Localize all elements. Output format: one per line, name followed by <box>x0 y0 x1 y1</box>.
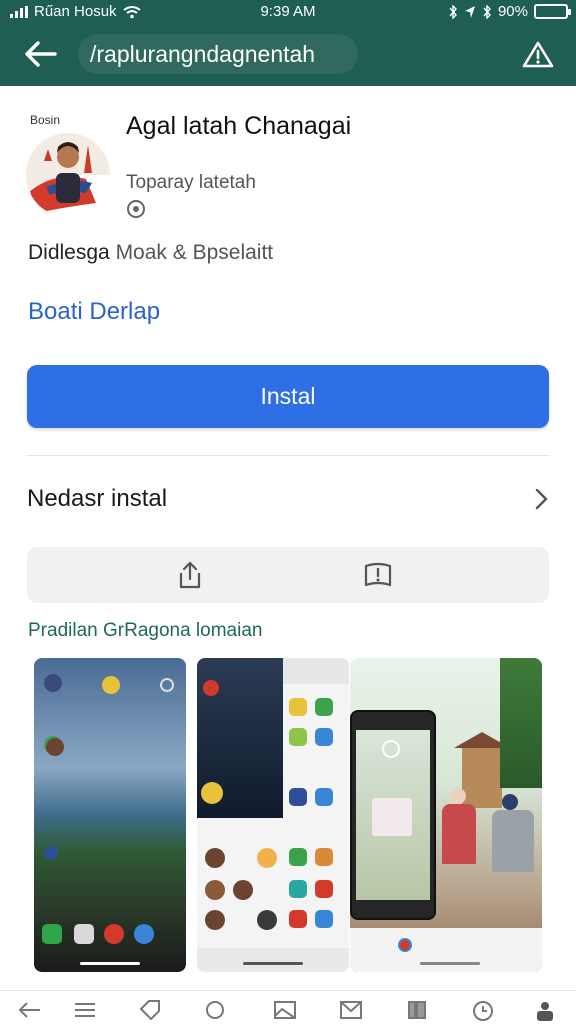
avatar <box>257 848 277 868</box>
app-icon-small <box>134 924 154 944</box>
top-bar: Rűan Hosuk 9:39 AM 90% /raplurangndagnen… <box>0 0 576 86</box>
app-icon-small <box>289 910 307 928</box>
app-icon-small <box>289 698 307 716</box>
screenshot-1[interactable] <box>34 658 186 972</box>
bottom-nav <box>0 990 576 1024</box>
tag-icon <box>139 1000 160 1021</box>
chat-header <box>283 658 349 684</box>
screenshot-3[interactable] <box>350 658 542 972</box>
app-title: Agal latah Chanagai <box>126 112 352 140</box>
developer-link[interactable]: Boati Derlap <box>28 298 160 326</box>
person-head <box>502 794 518 810</box>
share-icon <box>179 561 201 589</box>
chevron-right-icon <box>535 488 548 510</box>
avatar <box>257 910 277 930</box>
pavilion-shape <box>462 748 502 808</box>
nav-image[interactable] <box>270 997 300 1023</box>
menu-icon <box>75 1003 95 1017</box>
app-icon-small <box>203 680 219 696</box>
nav-strip <box>350 928 542 972</box>
app-icon-small <box>289 728 307 746</box>
home-indicator <box>420 962 480 965</box>
app-icon-small <box>44 846 58 860</box>
app-icon-small <box>201 782 223 804</box>
clock-icon <box>473 1001 493 1021</box>
details-row-label: Nedasr instal <box>27 485 168 512</box>
nav-tag[interactable] <box>134 997 164 1023</box>
person-head <box>450 788 466 804</box>
nav-mail[interactable] <box>336 997 366 1023</box>
app-bar: /raplurangndagnentah <box>0 26 576 86</box>
description-light: Moak & Bpselaitt <box>115 241 274 264</box>
location-icon <box>464 5 475 18</box>
arrow-left-icon <box>25 41 57 67</box>
nav-home[interactable] <box>200 997 230 1023</box>
battery-percent: 90% <box>497 3 528 20</box>
nav-back[interactable] <box>14 997 44 1023</box>
avatar <box>205 880 225 900</box>
avatar <box>205 848 225 868</box>
phone-shape <box>350 710 436 920</box>
circle-icon <box>206 1001 224 1019</box>
screenshot-2[interactable] <box>197 658 349 972</box>
share-button[interactable] <box>173 559 207 591</box>
avatar <box>233 880 253 900</box>
app-icon-small <box>289 788 307 806</box>
actions-bar <box>27 547 549 603</box>
back-button[interactable] <box>20 36 60 72</box>
description-dark: Didlesga <box>28 241 110 264</box>
nav-strip <box>197 948 349 972</box>
app-icon-small <box>315 848 333 866</box>
warning-button[interactable] <box>518 36 558 72</box>
install-button[interactable]: Instal <box>27 365 549 428</box>
back-icon <box>18 1002 40 1018</box>
chrome-icon <box>398 938 412 952</box>
brand-small-label: Bosin <box>30 113 61 127</box>
details-row[interactable]: Nedasr instal <box>27 470 549 528</box>
app-icon-small <box>315 728 333 746</box>
app-icon-small <box>74 924 94 944</box>
bluetooth-icon-2 <box>483 4 491 19</box>
nav-book[interactable] <box>402 997 432 1023</box>
mail-icon <box>340 1001 362 1019</box>
app-icon-small <box>46 738 64 756</box>
home-indicator <box>80 962 140 965</box>
app-description: Didlesga Moak & Bpselaitt <box>28 241 273 265</box>
battery-icon <box>534 4 571 19</box>
screenshots-carousel[interactable] <box>34 658 542 972</box>
app-icon-small <box>289 848 307 866</box>
app-icon-small <box>102 676 120 694</box>
book-icon <box>408 1001 426 1019</box>
app-icon-small <box>160 678 174 692</box>
app-icon-small <box>289 880 307 898</box>
divider <box>27 455 549 456</box>
status-bar: Rűan Hosuk 9:39 AM 90% <box>0 0 576 26</box>
image-icon <box>274 1001 296 1019</box>
warning-triangle-icon <box>522 41 554 68</box>
report-button[interactable] <box>361 559 395 591</box>
app-icon-small <box>42 924 62 944</box>
app-icon-small <box>315 880 333 898</box>
person-body <box>442 804 476 864</box>
screenshots-title: Pradilan GrRagona lomaian <box>28 620 263 641</box>
app-icon-small <box>315 788 333 806</box>
home-indicator <box>243 962 303 965</box>
report-book-icon <box>364 562 392 587</box>
tree-shape <box>500 658 542 788</box>
app-icon-small <box>315 910 333 928</box>
nav-account[interactable] <box>530 997 560 1023</box>
info-circle-icon <box>127 200 145 218</box>
app-icon-small <box>104 924 124 944</box>
url-field[interactable]: /raplurangndagnentah <box>78 34 358 74</box>
app-avatar-icon <box>26 133 110 217</box>
app-icon-small <box>44 674 62 692</box>
avatar <box>205 910 225 930</box>
nav-menu[interactable] <box>70 997 100 1023</box>
nav-clock[interactable] <box>468 997 498 1023</box>
app-subtitle: Toparay latetah <box>126 172 256 193</box>
app-icon-small <box>315 698 333 716</box>
person-body <box>492 810 534 872</box>
bluetooth-icon <box>449 4 457 19</box>
account-icon <box>537 1002 553 1021</box>
